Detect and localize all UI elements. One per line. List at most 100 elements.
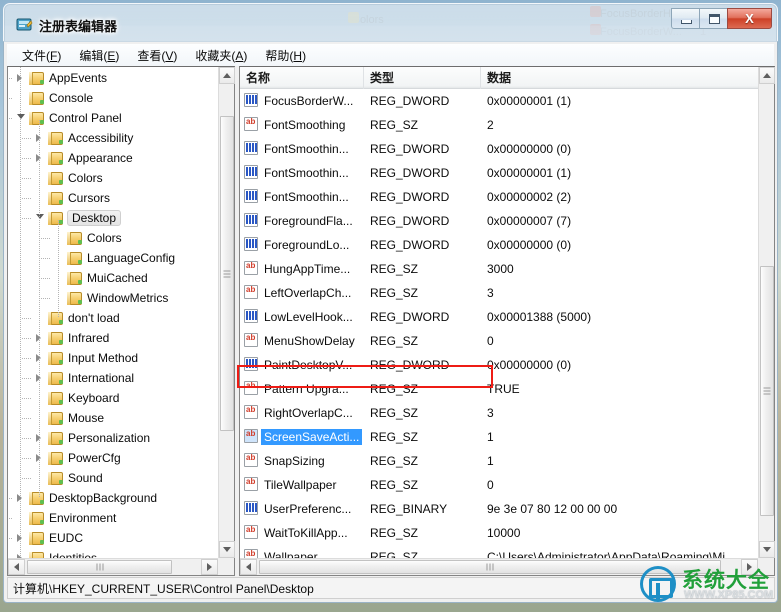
value-type: REG_DWORD: [370, 142, 450, 156]
tree-item-keyboard[interactable]: Keyboard: [32, 388, 119, 408]
table-row[interactable]: Wallpaper REG_SZ C:\Users\Administrator\Ap…: [240, 545, 758, 558]
list-column-header-type[interactable]: 类型: [364, 67, 481, 89]
tree-item-powercfg[interactable]: PowerCfg: [32, 448, 121, 468]
tree-item-input-method[interactable]: Input Method: [32, 348, 138, 368]
value-data: 9e 3e 07 80 12 00 00 00: [487, 502, 618, 516]
tree-item-appevents[interactable]: AppEvents: [13, 68, 107, 88]
table-row[interactable]: FontSmoothin... REG_DWORD 0x00000001 (1): [240, 161, 758, 185]
table-row[interactable]: LowLevelHook... REG_DWORD 0x00001388 (5000…: [240, 305, 758, 329]
close-button[interactable]: X: [727, 8, 772, 29]
tree-item-languageconfig[interactable]: LanguageConfig: [51, 248, 175, 268]
table-row[interactable]: PaintDesktopV... REG_DWORD 0x00000000 (0): [240, 353, 758, 377]
tree-vertical-scrollbar[interactable]: [218, 67, 235, 558]
tree-item-environment[interactable]: Environment: [13, 508, 116, 528]
tree-connector: [8, 538, 12, 539]
tree-item-accessibility[interactable]: Accessibility: [32, 128, 133, 148]
list-scroll-left-button[interactable]: [240, 559, 257, 575]
minimize-button[interactable]: [671, 8, 700, 29]
tree-item-sound[interactable]: Sound: [32, 468, 103, 488]
tree-item-desktop[interactable]: Desktop: [32, 208, 122, 228]
list-scroll-thumb[interactable]: [760, 266, 774, 516]
tree-item-label: Control Panel: [49, 111, 122, 125]
list-vertical-scrollbar[interactable]: [758, 67, 775, 558]
tree-item-desktopbackground[interactable]: DesktopBackground: [13, 488, 157, 508]
registry-tree[interactable]: AppEvents Console Control Panel Accessibili…: [8, 67, 218, 558]
value-name: FontSmoothin...: [264, 166, 349, 180]
table-row[interactable]: Pattern Upgra... REG_SZ TRUE: [240, 377, 758, 401]
table-row[interactable]: MenuShowDelay REG_SZ 0: [240, 329, 758, 353]
expand-arrow-icon[interactable]: [17, 534, 22, 542]
table-row[interactable]: FocusBorderW... REG_DWORD 0x00000001 (1): [240, 89, 758, 113]
table-row[interactable]: RightOverlapC... REG_SZ 3: [240, 401, 758, 425]
tree-scroll-right-button[interactable]: [201, 559, 218, 575]
tree-item-appearance[interactable]: Appearance: [32, 148, 133, 168]
menu-item-2[interactable]: 查看(V): [128, 45, 186, 66]
table-row[interactable]: WaitToKillApp... REG_SZ 10000: [240, 521, 758, 545]
list-column-header-data[interactable]: 数据: [481, 67, 760, 89]
tree-item-cursors[interactable]: Cursors: [32, 188, 110, 208]
tree-item-control-panel[interactable]: Control Panel: [13, 108, 122, 128]
tree-item-international[interactable]: International: [32, 368, 134, 388]
tree-item-colors[interactable]: Colors: [32, 168, 103, 188]
tree-toggle[interactable]: [13, 548, 28, 558]
table-row[interactable]: ScreenSaveActi... REG_SZ 1: [240, 425, 758, 449]
collapse-arrow-icon[interactable]: [17, 114, 25, 119]
list-column-header-name[interactable]: 名称: [240, 67, 364, 89]
folder-icon: [47, 331, 64, 346]
value-name: FocusBorderW...: [264, 94, 354, 108]
table-row[interactable]: LeftOverlapCh... REG_SZ 3: [240, 281, 758, 305]
list-hscroll-thumb[interactable]: [259, 560, 721, 574]
tree-toggle[interactable]: [13, 108, 28, 128]
tree-item-console[interactable]: Console: [13, 88, 93, 108]
table-row[interactable]: TileWallpaper REG_SZ 0: [240, 473, 758, 497]
tree-toggle[interactable]: [13, 488, 28, 508]
folder-icon: [28, 551, 45, 558]
tree-scroll-up-button[interactable]: [219, 67, 235, 84]
menu-item-3[interactable]: 收藏夹(A): [186, 45, 256, 66]
tree-item-don-t-load[interactable]: don't load: [32, 308, 120, 328]
list-horizontal-scrollbar[interactable]: [240, 558, 758, 575]
table-row[interactable]: UserPreferenc... REG_BINARY 9e 3e 07 80 12…: [240, 497, 758, 521]
table-row[interactable]: FontSmoothing REG_SZ 2: [240, 113, 758, 137]
table-row[interactable]: ForegroundFla... REG_DWORD 0x00000007 (7): [240, 209, 758, 233]
tree-horizontal-scrollbar[interactable]: [8, 558, 218, 575]
table-row[interactable]: SnapSizing REG_SZ 1: [240, 449, 758, 473]
tree-connector: [22, 158, 31, 159]
menu-item-4[interactable]: 帮助(H): [256, 45, 315, 66]
table-row[interactable]: ForegroundLo... REG_DWORD 0x00000000 (0): [240, 233, 758, 257]
registry-values-list[interactable]: FocusBorderW...REG_DWORD0x00000001 (1)Fo…: [240, 89, 758, 558]
tree-toggle[interactable]: [13, 68, 28, 88]
list-scroll-right-button[interactable]: [741, 559, 758, 575]
tree-scroll-thumb[interactable]: [220, 116, 234, 431]
tree-item-windowmetrics[interactable]: WindowMetrics: [51, 288, 168, 308]
tree-connector: [22, 358, 31, 359]
maximize-button[interactable]: [699, 8, 728, 29]
expand-arrow-icon[interactable]: [17, 494, 22, 502]
tree-scroll-left-button[interactable]: [8, 559, 25, 575]
table-row[interactable]: FontSmoothin... REG_DWORD 0x00000000 (0): [240, 137, 758, 161]
tree-item-eudc[interactable]: EUDC: [13, 528, 83, 548]
list-scroll-down-button[interactable]: [759, 541, 775, 558]
tree-scroll-down-button[interactable]: [219, 541, 235, 558]
tree-item-mouse[interactable]: Mouse: [32, 408, 104, 428]
tree-item-colors[interactable]: Colors: [51, 228, 122, 248]
tree-item-infrared[interactable]: Infrared: [32, 328, 109, 348]
menu-item-0[interactable]: 文件(F): [13, 45, 70, 66]
value-type: REG_DWORD: [370, 214, 450, 228]
tree-item-muicached[interactable]: MuiCached: [51, 268, 148, 288]
tree-hscroll-thumb[interactable]: [27, 560, 172, 574]
expand-arrow-icon[interactable]: [17, 74, 22, 82]
menu-item-1[interactable]: 编辑(E): [70, 45, 128, 66]
table-row[interactable]: FontSmoothin... REG_DWORD 0x00000002 (2): [240, 185, 758, 209]
value-data: 0x00000001 (1): [487, 94, 572, 108]
tree-item-personalization[interactable]: Personalization: [32, 428, 150, 448]
value-name: MenuShowDelay: [264, 334, 355, 348]
collapse-arrow-icon[interactable]: [36, 214, 44, 219]
list-scroll-up-button[interactable]: [759, 67, 775, 84]
value-data: 0x00000001 (1): [487, 166, 572, 180]
value-name: RightOverlapC...: [264, 406, 353, 420]
tree-toggle[interactable]: [13, 528, 28, 548]
table-row[interactable]: HungAppTime... REG_SZ 3000: [240, 257, 758, 281]
chevron-right-icon: [207, 563, 212, 571]
tree-item-identities[interactable]: Identities: [13, 548, 97, 558]
